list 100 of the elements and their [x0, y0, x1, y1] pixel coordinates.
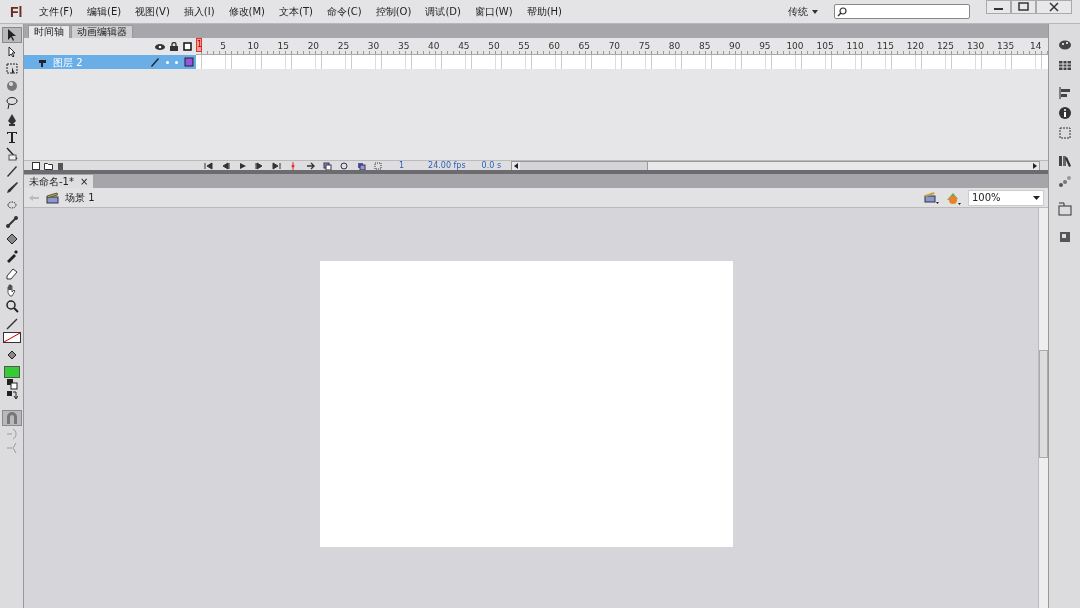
motion-presets-icon[interactable]: [1057, 174, 1072, 188]
menu-item[interactable]: 帮助(H): [519, 4, 569, 19]
step-back-icon[interactable]: [221, 161, 230, 170]
frame-number: 100: [786, 40, 804, 53]
search-field[interactable]: [834, 4, 970, 19]
onion-outline-icon[interactable]: [340, 161, 349, 170]
scene-name: 场景 1: [65, 191, 95, 205]
swap-colors-icon[interactable]: [5, 390, 18, 402]
transform-panel-icon[interactable]: [1057, 126, 1072, 140]
bone-icon: [3, 213, 20, 230]
frame-number: 15: [277, 40, 289, 53]
frame-number: 120: [906, 40, 924, 53]
frame-number: 130: [967, 40, 985, 53]
frame-number: 45: [458, 40, 470, 53]
layer-icon: [38, 57, 47, 67]
menu-item[interactable]: 插入(I): [176, 4, 222, 19]
vertical-scrollbar[interactable]: [1038, 208, 1048, 608]
frame-number: 40: [428, 40, 440, 53]
menu-item[interactable]: 调试(D): [418, 4, 468, 19]
frame-number: 35: [397, 40, 410, 53]
scrollbar-thumb[interactable]: [520, 161, 649, 170]
info-icon[interactable]: [1057, 106, 1072, 120]
frame-number: 95: [759, 40, 771, 53]
menu-item[interactable]: 文件(F): [32, 4, 80, 19]
panel-tab[interactable]: 动画编辑器: [71, 25, 133, 38]
maximize-button[interactable]: [1011, 0, 1036, 14]
menu-item[interactable]: 窗口(W): [467, 4, 520, 19]
frame-number: 110: [846, 40, 864, 53]
frame-cells[interactable]: [196, 55, 1048, 69]
document-title: 未命名-1*: [29, 175, 74, 188]
palette-icon[interactable]: [1057, 38, 1072, 52]
edit-scene-icon[interactable]: [924, 191, 939, 204]
frame-number: 85: [698, 40, 711, 53]
edit-multiple-icon[interactable]: [357, 161, 366, 170]
stroke-swatch: [2, 332, 21, 343]
document-tab[interactable]: 未命名-1* ×: [24, 175, 94, 188]
elapsed-time: 0.0 s: [481, 159, 502, 172]
transform-icon: [3, 60, 20, 77]
frame-number: 25: [337, 40, 350, 53]
pencil-icon: [150, 57, 160, 67]
swatches-icon[interactable]: [1057, 58, 1072, 72]
layer-color-icon: [184, 57, 194, 67]
frame-rate: 24.00 fps: [428, 159, 466, 172]
onion-skin-icon[interactable]: [323, 161, 332, 170]
arrow-tool[interactable]: [1, 26, 22, 43]
app-logo: Fl: [9, 3, 24, 20]
menu-item[interactable]: 控制(O): [368, 4, 419, 19]
menu-item[interactable]: 视图(V): [128, 4, 177, 19]
layer-name: 图层 2: [53, 55, 84, 70]
frame-number: 5: [220, 40, 226, 53]
library-icon[interactable]: [1057, 154, 1072, 168]
snap-magnet-button[interactable]: [1, 410, 22, 426]
menu-item[interactable]: 文本(T): [272, 4, 320, 19]
loop-icon[interactable]: [306, 161, 315, 170]
frame-number: 70: [608, 40, 621, 53]
frame-number: 80: [668, 40, 681, 53]
close-button[interactable]: [1036, 0, 1072, 14]
frame-number: 65: [578, 40, 590, 53]
frame-number: 50: [488, 40, 500, 53]
panel-tab[interactable]: 时间轴: [28, 25, 70, 38]
last-frame-icon[interactable]: [272, 161, 281, 170]
lock-icon: [170, 42, 178, 51]
menu-item[interactable]: 命令(C): [319, 4, 369, 19]
frame-number: 115: [876, 40, 894, 53]
lasso-icon: [3, 94, 20, 111]
visible-dot-icon: [166, 60, 169, 64]
frame-number: 135: [997, 40, 1015, 53]
frame-number: 55: [518, 40, 530, 53]
frame-number: 75: [638, 40, 651, 53]
horizontal-scrollbar[interactable]: [511, 160, 1040, 171]
scrollbar-thumb[interactable]: [1039, 350, 1048, 458]
frame-number: 125: [936, 40, 955, 53]
frame-number: 10: [247, 40, 259, 53]
zoom-tool-icon: [3, 298, 20, 315]
current-frame: 1: [399, 159, 405, 172]
caret-icon: [812, 9, 818, 14]
delete-icon[interactable]: [57, 161, 64, 170]
markers-icon[interactable]: [374, 161, 383, 170]
scroll-right-icon[interactable]: [1031, 161, 1039, 170]
zoom-dropdown[interactable]: 100%: [968, 189, 1044, 206]
lock-dot-icon: [175, 60, 178, 64]
menu-item[interactable]: 编辑(E): [80, 4, 129, 19]
magnet-icon: [4, 411, 19, 425]
default-colors-icon[interactable]: [5, 378, 18, 390]
align-icon[interactable]: [1057, 86, 1072, 100]
new-layer-icon[interactable]: [32, 161, 40, 170]
line-tool-icon: [3, 145, 20, 162]
workspace-dropdown[interactable]: 传统: [780, 4, 826, 19]
minimize-button[interactable]: [986, 0, 1011, 14]
fill-color-swatch[interactable]: [3, 366, 20, 378]
eye-icon: [155, 42, 165, 51]
frame-number: 14: [1030, 40, 1042, 53]
tab-close-button[interactable]: ×: [80, 175, 89, 188]
outline-icon: [183, 42, 192, 51]
frame-number: 90: [729, 40, 741, 53]
frame-number: 20: [307, 40, 320, 53]
step-forward-icon[interactable]: [255, 161, 264, 170]
first-frame-icon[interactable]: [204, 161, 213, 170]
menu-item[interactable]: 修改(M): [221, 4, 272, 19]
frame-number: 60: [548, 40, 560, 53]
